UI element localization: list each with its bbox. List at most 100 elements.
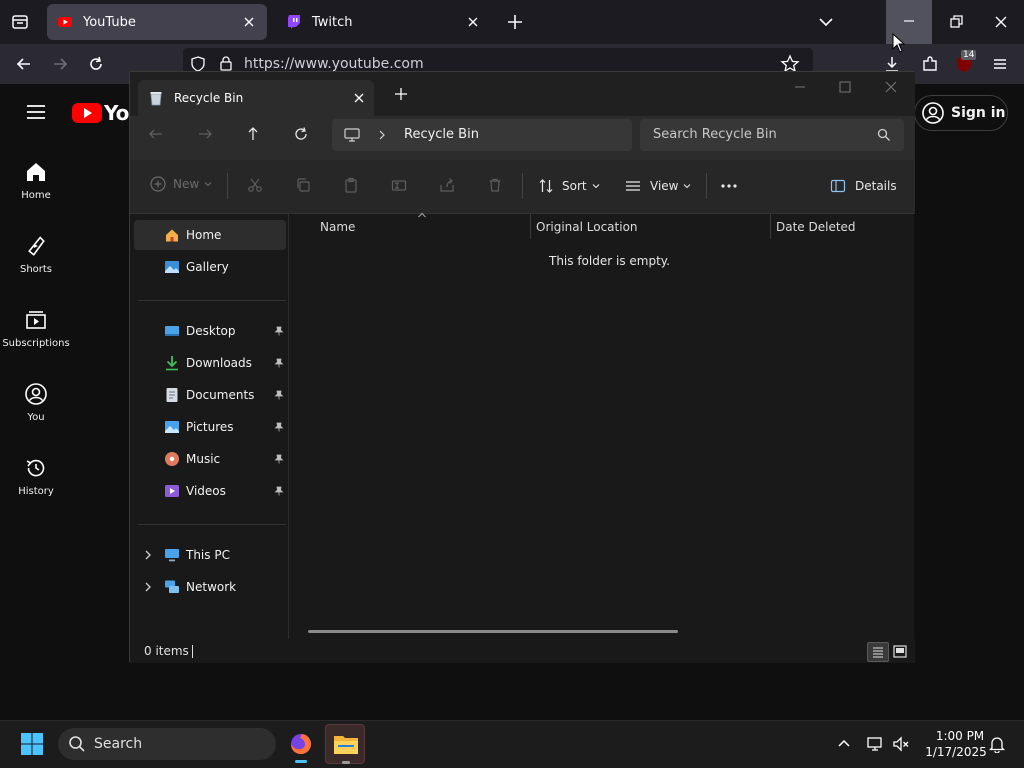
more-options-icon[interactable] <box>720 178 738 194</box>
pin-icon[interactable] <box>274 454 284 464</box>
taskbar-app-firefox[interactable] <box>281 724 321 764</box>
ublock-extension-button[interactable]: 14 <box>954 50 977 74</box>
new-tab-icon[interactable] <box>505 12 525 32</box>
search-icon[interactable] <box>877 128 891 142</box>
horizontal-scrollbar[interactable] <box>308 630 678 633</box>
taskbar-app-file-explorer[interactable] <box>325 724 365 764</box>
new-tab-icon[interactable] <box>394 87 408 101</box>
yt-nav-subscriptions[interactable]: Subscriptions <box>0 308 72 349</box>
details-view-icon <box>873 647 883 658</box>
close-tab-icon[interactable] <box>465 14 481 30</box>
delete-trash-icon[interactable] <box>487 177 503 193</box>
lock-icon[interactable] <box>218 55 234 71</box>
cut-icon[interactable] <box>247 177 263 193</box>
hamburger-menu-icon[interactable] <box>990 54 1010 74</box>
clock-time[interactable]: 1:00 PM <box>930 729 990 743</box>
column-header-date-deleted[interactable]: Date Deleted <box>776 220 856 234</box>
paste-icon[interactable] <box>343 177 359 193</box>
close-tab-icon[interactable] <box>344 90 374 106</box>
tab-twitch[interactable]: Twitch <box>276 4 491 40</box>
notification-bell-icon[interactable] <box>988 735 1006 753</box>
extensions-puzzle-icon[interactable] <box>920 54 940 74</box>
new-button[interactable]: New <box>150 176 213 192</box>
refresh-icon[interactable] <box>293 126 309 142</box>
plus-circle-icon <box>150 176 166 192</box>
back-arrow-icon[interactable] <box>14 54 34 74</box>
back-arrow-icon[interactable] <box>148 126 164 142</box>
large-icons-view-button[interactable] <box>890 642 910 662</box>
explorer-tab-recycle-bin[interactable]: Recycle Bin <box>138 80 374 116</box>
clock-date[interactable]: 1/17/2025 <box>922 745 990 759</box>
restore-icon[interactable] <box>946 12 966 32</box>
share-icon[interactable] <box>439 177 455 193</box>
nav-item-videos[interactable]: Videos <box>134 476 286 506</box>
column-divider[interactable] <box>770 214 771 239</box>
column-divider[interactable] <box>530 214 531 239</box>
column-header-original-location[interactable]: Original Location <box>536 220 638 234</box>
toolbar-divider <box>227 173 228 199</box>
up-arrow-icon[interactable] <box>245 126 261 142</box>
forward-arrow-icon[interactable] <box>50 54 70 74</box>
status-bar <box>130 639 915 663</box>
nav-item-music[interactable]: Music <box>134 444 286 474</box>
nav-item-documents[interactable]: Documents <box>134 380 286 410</box>
copy-icon[interactable] <box>295 177 311 193</box>
nav-label: Network <box>186 580 237 594</box>
windows-start-icon[interactable] <box>20 732 44 756</box>
sort-button[interactable]: Sort <box>538 178 601 194</box>
reload-icon[interactable] <box>86 54 106 74</box>
youtube-menu-icon[interactable] <box>24 100 48 124</box>
forward-arrow-icon[interactable] <box>197 126 213 142</box>
speaker-muted-icon[interactable] <box>892 735 910 753</box>
nav-label: Pictures <box>186 420 234 434</box>
sign-in-button[interactable]: Sign in <box>914 95 1008 131</box>
pin-icon[interactable] <box>274 390 284 400</box>
close-window-icon[interactable] <box>884 80 898 94</box>
nav-item-gallery[interactable]: Gallery <box>134 252 286 282</box>
details-view-button[interactable] <box>867 642 889 662</box>
details-pane-button[interactable]: Details <box>830 178 897 194</box>
yt-nav-history[interactable]: History <box>0 456 72 497</box>
chevron-up-icon[interactable] <box>836 736 852 752</box>
nav-label: Gallery <box>186 260 229 274</box>
network-icon <box>165 580 179 593</box>
minimize-icon[interactable] <box>793 80 807 94</box>
taskbar-search-box[interactable]: Search <box>58 728 276 760</box>
pin-icon[interactable] <box>274 326 284 336</box>
nav-item-this-pc[interactable]: This PC <box>134 540 286 570</box>
nav-item-downloads[interactable]: Downloads <box>134 348 286 378</box>
yt-nav-shorts[interactable]: Shorts <box>0 234 72 275</box>
chevron-right-icon[interactable] <box>142 581 154 593</box>
nav-item-network[interactable]: Network <box>134 572 286 602</box>
pin-icon[interactable] <box>274 486 284 496</box>
nav-item-home[interactable]: Home <box>134 220 286 250</box>
tab-list-icon[interactable] <box>10 12 30 32</box>
rename-icon[interactable] <box>391 177 407 193</box>
chevron-right-icon[interactable] <box>376 129 388 141</box>
monitor-icon[interactable] <box>344 127 360 143</box>
view-button[interactable]: View <box>625 178 692 194</box>
tab-youtube[interactable]: YouTube <box>47 4 267 40</box>
open-app-indicator <box>342 761 350 764</box>
nav-label: Home <box>186 228 222 242</box>
search-input[interactable]: Search Recycle Bin <box>653 127 777 142</box>
details-pane-icon <box>830 179 846 193</box>
maximize-icon[interactable] <box>838 80 852 94</box>
chevron-down-icon[interactable] <box>816 12 836 32</box>
chevron-right-icon[interactable] <box>142 549 154 561</box>
browser-tab-bar: YouTube Twitch <box>0 0 1024 44</box>
pin-icon[interactable] <box>274 422 284 432</box>
yt-nav-home[interactable]: Home <box>0 160 72 201</box>
yt-nav-you[interactable]: You <box>0 382 72 423</box>
nav-item-desktop[interactable]: Desktop <box>134 316 286 346</box>
pin-icon[interactable] <box>274 358 284 368</box>
user-icon <box>25 383 47 405</box>
close-tab-icon[interactable] <box>241 14 257 30</box>
shield-icon[interactable] <box>190 56 206 72</box>
column-header-name[interactable]: Name <box>320 220 355 234</box>
nav-item-pictures[interactable]: Pictures <box>134 412 286 442</box>
network-monitor-icon[interactable] <box>866 735 884 753</box>
nav-label: This PC <box>186 548 230 562</box>
breadcrumb-recycle-bin[interactable]: Recycle Bin <box>404 127 479 142</box>
close-browser-icon[interactable] <box>991 12 1011 32</box>
